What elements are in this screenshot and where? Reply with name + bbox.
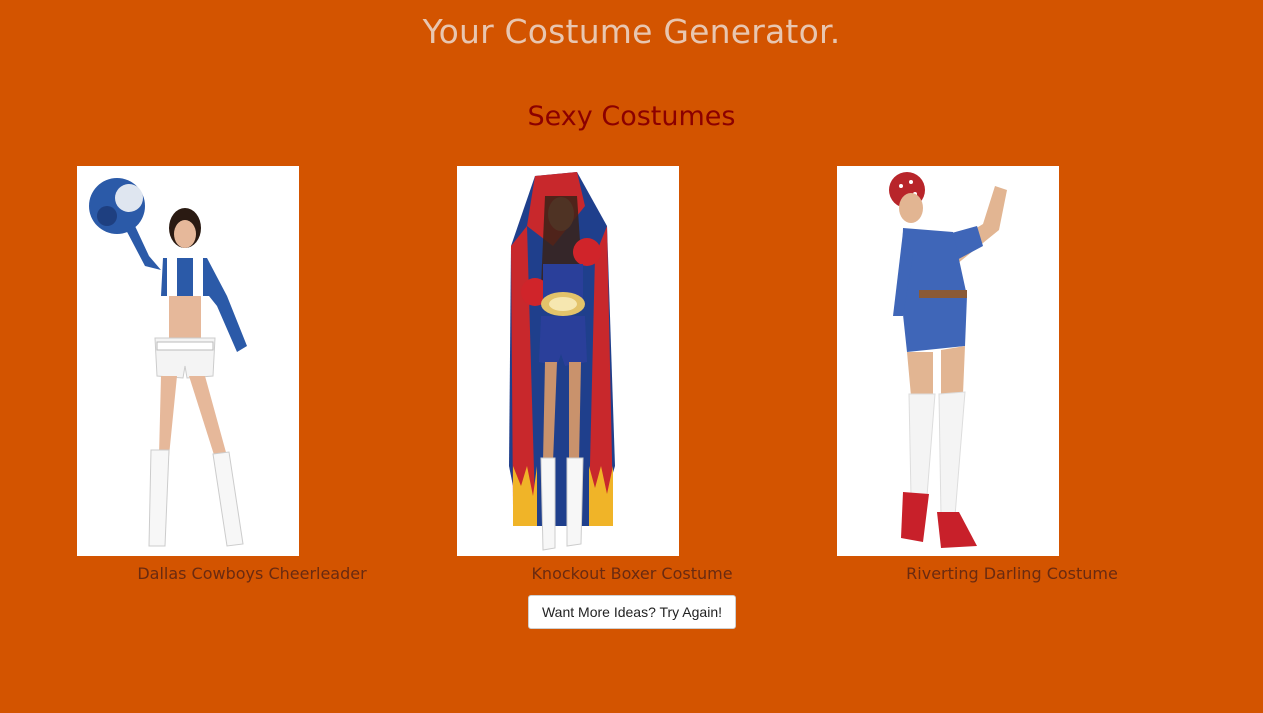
try-again-button[interactable]: Want More Ideas? Try Again! bbox=[528, 595, 736, 629]
costume-image[interactable] bbox=[837, 166, 1059, 556]
costume-image[interactable] bbox=[457, 166, 679, 556]
category-heading: Sexy Costumes bbox=[527, 101, 736, 132]
costume-caption[interactable]: Dallas Cowboys Cheerleader bbox=[87, 564, 417, 583]
costume-caption[interactable]: Riverting Darling Costume bbox=[847, 564, 1177, 583]
riveter-illustration bbox=[889, 172, 1007, 548]
boxer-illustration bbox=[509, 172, 615, 551]
costume-card: Dallas Cowboys Cheerleader bbox=[77, 166, 407, 596]
site-title: Your Costume Generator. bbox=[422, 12, 841, 51]
costume-card: Knockout Boxer Costume bbox=[457, 166, 787, 596]
cheerleader-illustration bbox=[89, 178, 247, 547]
costume-card: Riverting Darling Costume bbox=[837, 166, 1167, 596]
costume-image[interactable] bbox=[77, 166, 299, 556]
costume-caption[interactable]: Knockout Boxer Costume bbox=[467, 564, 797, 583]
